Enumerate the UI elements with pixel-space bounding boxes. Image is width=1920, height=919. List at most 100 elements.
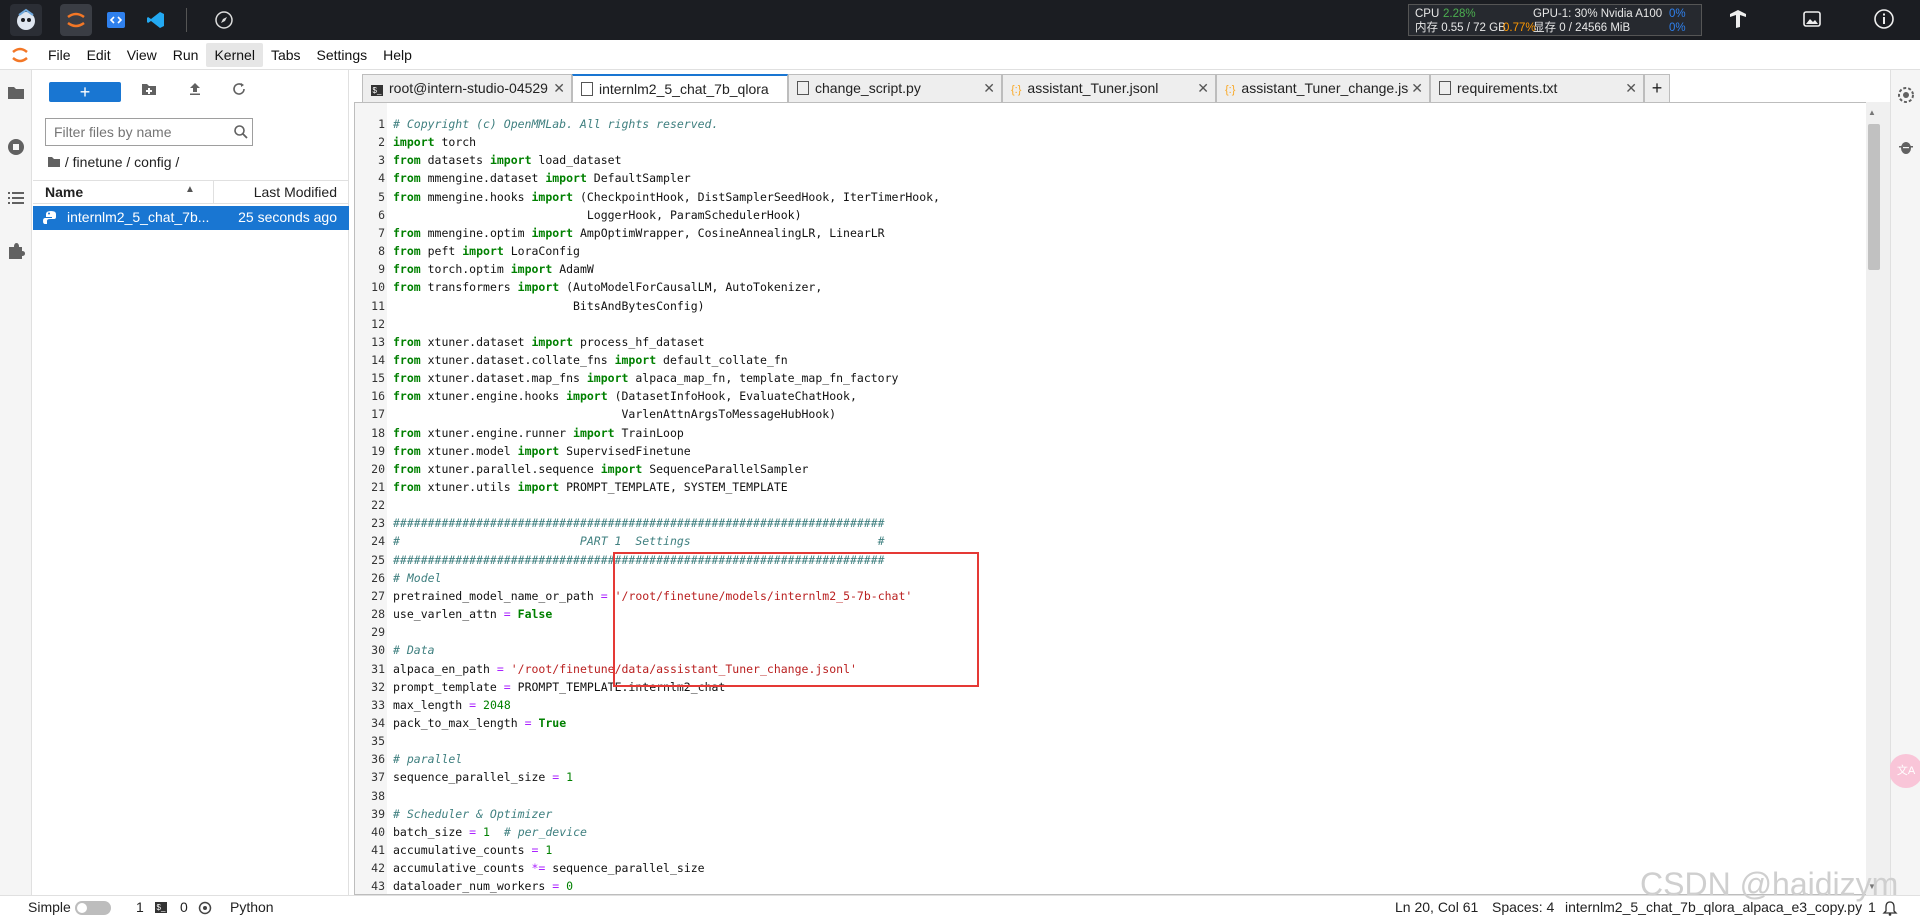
code-line[interactable]: from mmengine.dataset import DefaultSamp… xyxy=(393,169,691,187)
code-line[interactable]: # Scheduler & Optimizer xyxy=(393,805,552,823)
menu-view[interactable]: View xyxy=(119,43,165,67)
tab-assistant-tuner-change[interactable]: {:} assistant_Tuner_change.jsc ✕ xyxy=(1216,74,1430,102)
code-line[interactable]: import torch xyxy=(393,133,476,151)
tab-terminal[interactable]: $_ root@intern-studio-04529 ✕ xyxy=(362,74,572,102)
code-line[interactable]: prompt_template = PROMPT_TEMPLATE.intern… xyxy=(393,678,725,696)
scrollbar-thumb[interactable] xyxy=(1868,124,1880,270)
line-number: 4 xyxy=(378,171,385,186)
menu-file[interactable]: File xyxy=(40,43,79,67)
code-line[interactable]: dataloader_num_workers = 0 xyxy=(393,877,573,894)
code-line[interactable]: from xtuner.engine.hooks import (Dataset… xyxy=(393,387,857,405)
simple-mode-toggle[interactable] xyxy=(75,901,111,915)
column-name[interactable]: Name xyxy=(45,184,83,200)
close-icon[interactable]: ✕ xyxy=(1625,75,1637,101)
code-line[interactable]: from torch.optim import AdamW xyxy=(393,260,594,278)
menu-help[interactable]: Help xyxy=(375,43,420,67)
toc-icon[interactable] xyxy=(5,190,27,212)
menu-tabs[interactable]: Tabs xyxy=(263,43,309,67)
code-line[interactable]: sequence_parallel_size = 1 xyxy=(393,768,573,786)
code-line[interactable]: pack_to_max_length = True xyxy=(393,714,566,732)
code-line[interactable]: from xtuner.dataset.map_fns import alpac… xyxy=(393,369,898,387)
debugger-icon[interactable] xyxy=(1897,138,1915,156)
jupyter-app-icon[interactable] xyxy=(60,4,92,36)
kernels-count[interactable]: 0 xyxy=(180,899,188,915)
simple-mode-label: Simple xyxy=(28,899,71,915)
menu-run[interactable]: Run xyxy=(165,43,207,67)
code-line[interactable]: max_length = 2048 xyxy=(393,696,511,714)
code-line[interactable]: # Data xyxy=(393,641,435,659)
close-icon[interactable]: ✕ xyxy=(1409,75,1423,101)
code-line[interactable]: from xtuner.parallel.sequence import Seq… xyxy=(393,460,808,478)
indentation[interactable]: Spaces: 4 xyxy=(1492,899,1554,915)
code-line[interactable]: from xtuner.utils import PROMPT_TEMPLATE… xyxy=(393,478,788,496)
code-line[interactable]: # Model xyxy=(393,569,441,587)
code-line[interactable]: batch_size = 1 # per_device xyxy=(393,823,587,841)
code-line[interactable]: use_varlen_attn = False xyxy=(393,605,552,623)
tab-assistant-tuner-jsonl[interactable]: {:} assistant_Tuner.jsonl ✕ xyxy=(1002,74,1216,102)
property-inspector-icon[interactable] xyxy=(1897,86,1915,104)
terminal-icon: $_ xyxy=(155,902,167,913)
column-last-modified[interactable]: Last Modified xyxy=(254,184,337,200)
line-number: 12 xyxy=(371,316,385,331)
code-line[interactable]: VarlenAttnArgsToMessageHubHook) xyxy=(393,405,836,423)
code-line[interactable]: # Copyright (c) OpenMMLab. All rights re… xyxy=(393,115,718,133)
tab-config-file[interactable]: internlm2_5_chat_7b_qlora xyxy=(572,74,788,103)
breadcrumb[interactable]: / finetune / config / xyxy=(47,154,179,170)
vscode-app-icon[interactable] xyxy=(140,4,172,36)
tab-label: internlm2_5_chat_7b_qlora xyxy=(599,81,769,97)
scroll-up-icon[interactable]: ▲ xyxy=(1868,108,1876,117)
search-icon xyxy=(233,124,249,140)
code-line[interactable]: ########################################… xyxy=(393,551,885,569)
new-launcher-button[interactable]: + xyxy=(49,82,121,102)
breadcrumb-path[interactable]: / finetune / config / xyxy=(65,154,179,170)
terminals-count[interactable]: 1 xyxy=(136,899,144,915)
image-icon[interactable] xyxy=(1800,8,1824,32)
extension-icon[interactable] xyxy=(5,242,27,264)
code-line[interactable]: from xtuner.dataset.collate_fns import d… xyxy=(393,351,788,369)
running-icon[interactable] xyxy=(5,138,27,160)
code-editor[interactable]: 1 2 3 4 5 6 7 8 9 10 11 12 13 14 15 16 17 18 19 20 21 22 23 24 2… xyxy=(354,102,1868,895)
code-line[interactable]: from transformers import (AutoModelForCa… xyxy=(393,278,822,296)
code-line[interactable]: from mmengine.optim import AmpOptimWrapp… xyxy=(393,224,885,242)
close-icon[interactable]: ✕ xyxy=(551,75,565,101)
cursor-position[interactable]: Ln 20, Col 61 xyxy=(1395,899,1478,915)
app-logo-icon[interactable] xyxy=(10,4,42,36)
filter-files-input[interactable]: Filter files by name xyxy=(45,118,253,146)
menu-kernel[interactable]: Kernel xyxy=(206,42,263,67)
code-line[interactable]: from peft import LoraConfig xyxy=(393,242,580,260)
code-line[interactable]: from xtuner.model import SupervisedFinet… xyxy=(393,442,691,460)
code-line[interactable]: accumulative_counts = 1 xyxy=(393,841,552,859)
code-line[interactable]: alpaca_en_path = '/root/finetune/data/as… xyxy=(393,660,857,678)
code-line[interactable]: from xtuner.dataset import process_hf_da… xyxy=(393,333,705,351)
translate-icon[interactable]: 文A xyxy=(1889,754,1920,788)
code-line[interactable]: LoggerHook, ParamSchedulerHook) xyxy=(393,206,802,224)
tensorflow-icon[interactable] xyxy=(1726,8,1750,32)
code-line[interactable]: from datasets import load_dataset xyxy=(393,151,622,169)
code-line[interactable]: ########################################… xyxy=(393,514,885,532)
code-line[interactable]: BitsAndBytesConfig) xyxy=(393,297,705,315)
close-icon[interactable]: ✕ xyxy=(983,75,995,101)
upload-icon[interactable] xyxy=(185,82,205,102)
folder-icon xyxy=(48,157,60,167)
tab-requirements[interactable]: requirements.txt ✕ xyxy=(1430,74,1644,102)
code-line[interactable]: pretrained_model_name_or_path = '/root/f… xyxy=(393,587,912,605)
tab-change-script[interactable]: change_script.py ✕ xyxy=(788,74,1002,102)
close-icon[interactable]: ✕ xyxy=(1197,75,1209,101)
menu-settings[interactable]: Settings xyxy=(309,43,376,67)
code-line[interactable]: # parallel xyxy=(393,750,462,768)
sort-ascending-icon[interactable]: ▲ xyxy=(185,184,195,195)
folder-icon[interactable] xyxy=(5,84,27,106)
menu-edit[interactable]: Edit xyxy=(79,43,119,67)
code-line[interactable]: # PART 1 Settings # xyxy=(393,532,885,550)
code-editor-app-icon[interactable] xyxy=(100,4,132,36)
code-line[interactable]: accumulative_counts *= sequence_parallel… xyxy=(393,859,705,877)
kernel-name[interactable]: Python xyxy=(230,899,274,915)
code-line[interactable]: from mmengine.hooks import (CheckpointHo… xyxy=(393,188,940,206)
code-line[interactable]: from xtuner.engine.runner import TrainLo… xyxy=(393,424,684,442)
new-folder-icon[interactable] xyxy=(139,82,159,102)
refresh-icon[interactable] xyxy=(229,82,249,102)
info-icon[interactable] xyxy=(1872,8,1896,32)
new-tab-button[interactable]: + xyxy=(1644,74,1670,102)
file-list-item[interactable]: internlm2_5_chat_7b... 25 seconds ago xyxy=(33,206,349,230)
compass-icon[interactable] xyxy=(208,4,240,36)
